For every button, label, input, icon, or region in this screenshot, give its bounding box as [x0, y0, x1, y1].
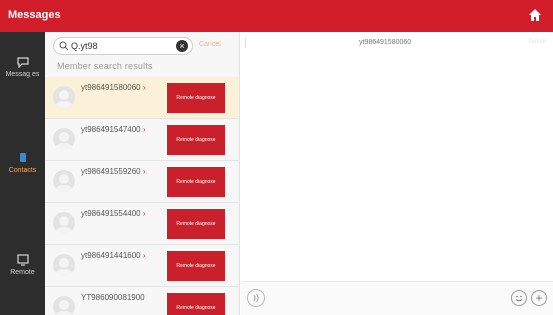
contacts-icon	[19, 153, 26, 162]
remote-diagnose-button[interactable]: Remote diagnose	[167, 125, 225, 155]
contact-name: YT986090081900	[81, 293, 145, 302]
contact-list-pane: Q.yt98 × Cancel Member search results yt…	[45, 32, 240, 315]
contact-name: yt986491554400 ›	[81, 209, 146, 218]
avatar	[53, 128, 75, 150]
chevron-right-icon: ›	[142, 83, 146, 92]
avatar	[53, 170, 75, 192]
message-icon	[16, 57, 29, 68]
chevron-right-icon: ›	[142, 167, 146, 176]
clear-icon[interactable]: ×	[176, 40, 188, 52]
page-title: Messages	[8, 9, 61, 21]
details-button[interactable]: Details	[529, 39, 547, 45]
cancel-button[interactable]: Cancel	[199, 41, 221, 48]
sidebar-item-messages[interactable]: Messag es	[0, 56, 45, 79]
chat-title: yt986491580060	[359, 39, 412, 46]
chat-input-bar: +	[241, 281, 553, 315]
search-results-heading: Member search results	[57, 61, 153, 71]
list-item[interactable]: yt986491441600 › Remote diagnose	[45, 245, 239, 287]
avatar	[53, 296, 75, 315]
list-item[interactable]: yt986491580060 › Remote diagnose	[45, 77, 239, 119]
avatar	[53, 212, 75, 234]
remote-icon	[16, 254, 29, 266]
chat-pane: yt986491580060 Details +	[241, 32, 553, 315]
sidebar-item-remote[interactable]: Remote	[0, 254, 45, 277]
divider	[245, 38, 246, 48]
remote-diagnose-button[interactable]: Remote diagnose	[167, 251, 225, 281]
sidebar-item-contacts[interactable]: Contacts	[0, 152, 45, 175]
search-input[interactable]: Q.yt98 ×	[53, 37, 193, 55]
sidebar: Messag es Contacts Remote	[0, 32, 45, 315]
contact-name: yt986491559260 ›	[81, 167, 146, 176]
sidebar-item-label: Remote	[10, 269, 35, 276]
avatar	[53, 254, 75, 276]
top-bar: Messages	[0, 0, 553, 32]
remote-diagnose-button[interactable]: Remote diagnose	[167, 167, 225, 197]
list-item[interactable]: yt986491559260 › Remote diagnose	[45, 161, 239, 203]
sidebar-item-label: Contacts	[8, 167, 37, 174]
avatar	[53, 86, 75, 108]
chevron-right-icon: ›	[142, 125, 146, 134]
list-item[interactable]: yt986491547400 › Remote diagnose	[45, 119, 239, 161]
contact-name: yt986491580060 ›	[81, 83, 146, 92]
remote-diagnose-button[interactable]: Remote diagnose	[167, 83, 225, 113]
home-icon[interactable]	[527, 7, 543, 23]
sidebar-item-label: Messag es	[5, 71, 40, 78]
chevron-right-icon: ›	[142, 209, 146, 218]
contact-name: yt986491547400 ›	[81, 125, 146, 134]
search-icon	[59, 41, 69, 51]
search-value: Q.yt98	[71, 41, 98, 51]
list-item[interactable]: yt986491554400 › Remote diagnose	[45, 203, 239, 245]
list-item[interactable]: YT986090081900 Remote diagnose	[45, 287, 239, 315]
message-input[interactable]	[272, 290, 504, 308]
voice-icon[interactable]	[247, 289, 265, 307]
contact-name: yt986491441600 ›	[81, 251, 146, 260]
smile-icon	[515, 295, 523, 302]
chevron-right-icon: ›	[142, 251, 146, 260]
sound-wave-icon	[253, 293, 259, 303]
remote-diagnose-button[interactable]: Remote diagnose	[167, 293, 225, 315]
remote-diagnose-button[interactable]: Remote diagnose	[167, 209, 225, 239]
add-icon[interactable]: +	[531, 290, 547, 306]
emoji-icon[interactable]	[511, 290, 527, 306]
